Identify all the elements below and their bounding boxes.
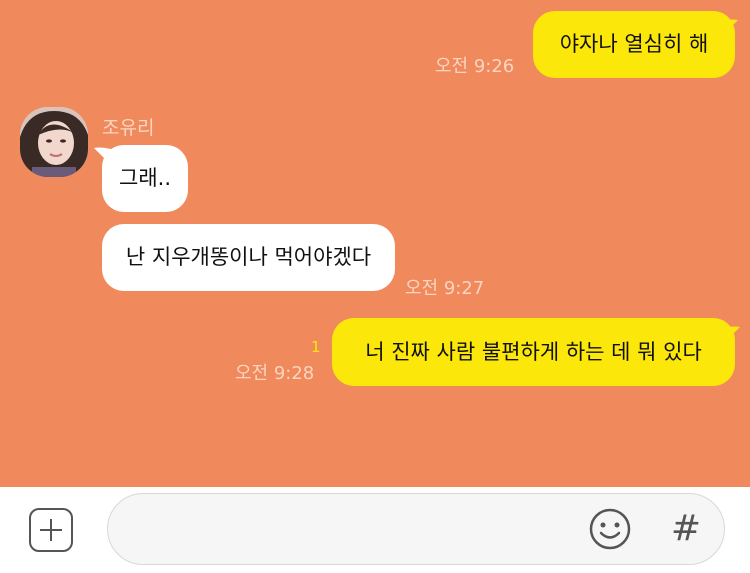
unread-count: 1 — [311, 338, 321, 356]
their-message-bubble[interactable]: 그래.. — [102, 145, 188, 212]
hash-icon[interactable]: # — [668, 506, 704, 552]
message-text: 야자나 열심히 해 — [559, 32, 709, 56]
smiley-icon[interactable] — [587, 506, 633, 552]
message-text: 너 진짜 사람 불편하게 하는 데 뭐 있다 — [365, 339, 702, 364]
avatar-photo — [20, 107, 88, 177]
message-time: 오전 9:26 — [435, 56, 515, 77]
chat-area: 야자나 열심히 해 오전 9:26 조유리 그래.. 난 지우개똥이나 먹어야겠… — [0, 0, 750, 487]
sender-name: 조유리 — [102, 117, 155, 139]
their-message-bubble[interactable]: 난 지우개똥이나 먹어야겠다 — [102, 224, 395, 291]
my-message-bubble[interactable]: 야자나 열심히 해 — [533, 11, 735, 78]
message-text: 난 지우개똥이나 먹어야겠다 — [125, 245, 372, 269]
avatar[interactable] — [20, 107, 88, 177]
plus-box-icon[interactable] — [29, 508, 73, 552]
message-time: 오전 9:27 — [405, 278, 485, 299]
message-time: 오전 9:28 — [235, 363, 315, 384]
message-text: 그래.. — [119, 166, 171, 190]
my-message-bubble[interactable]: 너 진짜 사람 불편하게 하는 데 뭐 있다 — [332, 318, 735, 386]
